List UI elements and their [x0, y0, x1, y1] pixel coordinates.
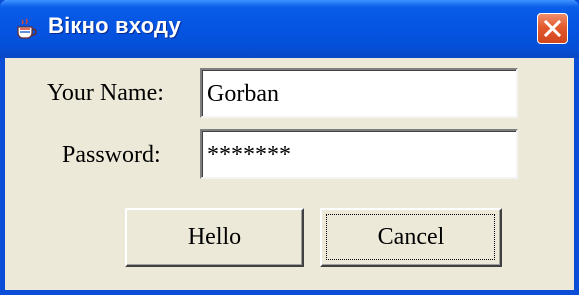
name-input[interactable]: [200, 68, 518, 118]
password-input[interactable]: [200, 129, 518, 179]
window-title: Вікно входу: [48, 13, 181, 38]
password-label: Password:: [62, 142, 161, 168]
close-icon: [544, 20, 561, 37]
hello-button-label: Hello: [187, 224, 242, 250]
login-window: Вікно входу Your Name: Password: Hello C…: [0, 0, 579, 295]
name-label: Your Name:: [47, 80, 164, 106]
hello-button[interactable]: Hello: [125, 208, 304, 267]
title-bar[interactable]: Вікно входу: [0, 0, 579, 58]
java-cup-icon: [14, 18, 38, 40]
cancel-button[interactable]: Cancel: [320, 208, 502, 267]
close-button[interactable]: [537, 13, 568, 44]
cancel-button-label: Cancel: [377, 224, 445, 250]
